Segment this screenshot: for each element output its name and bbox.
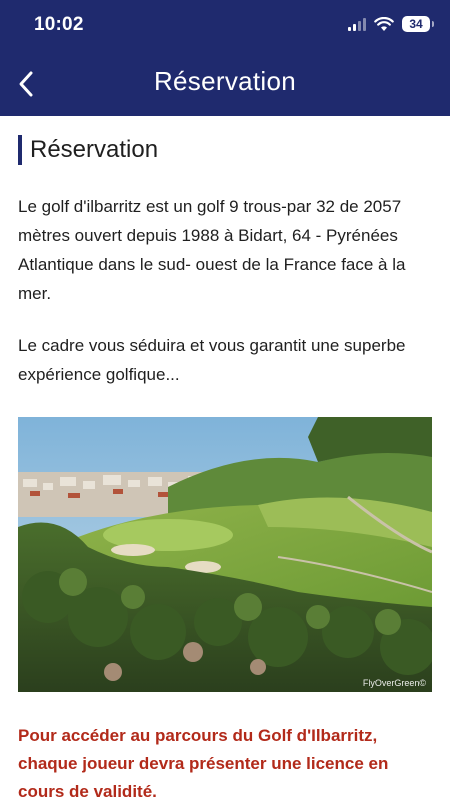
wifi-icon xyxy=(374,16,394,31)
section-heading: Réservation xyxy=(18,135,158,165)
description-paragraph: Le golf d'ilbarritz est un golf 9 trous-… xyxy=(18,197,406,303)
page-title: Réservation xyxy=(153,66,297,96)
status-bar: 10:02 34 xyxy=(0,0,450,52)
photo-watermark: FlyOverGreen© xyxy=(362,678,426,688)
golf-course-photo: FlyOverGreen© xyxy=(18,417,432,692)
status-icons: 34 xyxy=(348,16,434,32)
battery-icon: 34 xyxy=(402,16,434,32)
status-time: 10:02 xyxy=(34,14,84,35)
license-notice: Pour accéder au parcours du Golf d'Ilbar… xyxy=(18,726,389,801)
cellular-signal-icon xyxy=(348,17,366,31)
tagline-paragraph: Le cadre vous séduira et vous garantit u… xyxy=(18,336,406,384)
app-header: 10:02 34 Réservation xyxy=(0,0,450,116)
